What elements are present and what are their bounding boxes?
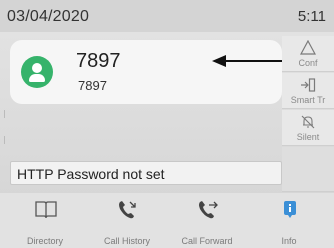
nav-info[interactable]: Info	[256, 199, 322, 247]
softkey-silent[interactable]: Silent	[282, 110, 334, 146]
book-icon	[35, 201, 57, 219]
softkey-smart-transfer[interactable]: Smart Tr	[282, 73, 334, 109]
status-bar: 03/04/2020 5:11	[0, 0, 334, 32]
edge-tick	[4, 110, 5, 118]
phone-forward-icon	[199, 201, 218, 219]
softkey-empty[interactable]	[282, 147, 334, 192]
softkey-label: Conf	[298, 58, 318, 68]
contact-avatar-icon	[21, 56, 53, 88]
nav-call-forward[interactable]: Call Forward	[174, 199, 240, 247]
call-card[interactable]: 7897 7897	[10, 40, 282, 104]
phone-history-icon	[119, 201, 136, 219]
softkey-label: Smart Tr	[290, 95, 326, 105]
nav-label: Call Forward	[181, 236, 233, 246]
softkey-column: Conf Smart Tr Silent	[282, 36, 334, 192]
edge-tick	[4, 136, 5, 144]
conference-icon	[300, 40, 316, 55]
status-date: 03/04/2020	[7, 8, 90, 25]
notice-text: HTTP Password not set	[17, 166, 165, 182]
nav-directory[interactable]: Directory	[12, 199, 78, 247]
nav-label: Call History	[103, 236, 150, 246]
info-icon	[284, 201, 296, 218]
nav-label: Directory	[26, 236, 63, 246]
bottom-nav: Directory Call History Call Forward Info	[0, 193, 334, 248]
bell-muted-icon	[301, 115, 315, 129]
caller-name: 7897	[76, 50, 121, 72]
softkey-conference[interactable]: Conf	[282, 36, 334, 72]
status-time: 5:11	[297, 8, 326, 25]
phone-screen: 03/04/2020 5:11 7897 7897 Conf Smart Tr	[0, 0, 334, 248]
nav-call-history[interactable]: Call History	[94, 199, 160, 247]
softkey-label: Silent	[296, 132, 320, 142]
nav-label: Info	[281, 236, 297, 246]
smart-transfer-icon	[301, 78, 316, 92]
caller-number: 7897	[78, 78, 107, 93]
notice-bar: HTTP Password not set	[10, 161, 282, 185]
